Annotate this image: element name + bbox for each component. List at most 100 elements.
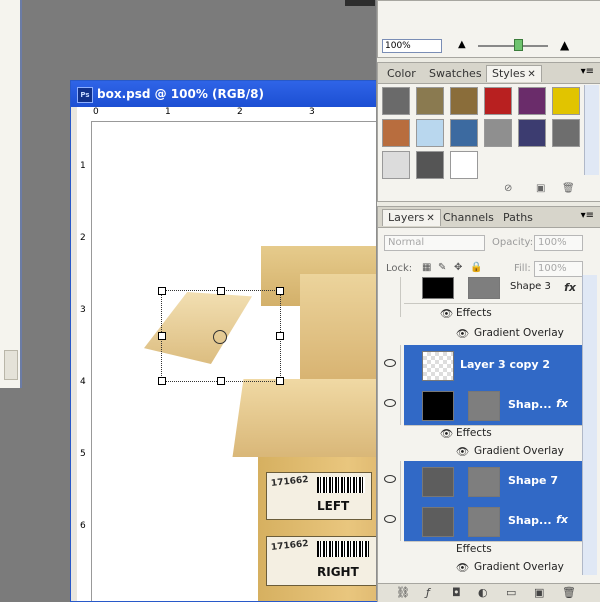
layer-row-selected[interactable]: Shape 7: [404, 461, 582, 502]
transform-handle[interactable]: [276, 377, 284, 385]
left-scrollbar[interactable]: [4, 350, 18, 380]
tab-paths[interactable]: Paths: [498, 210, 538, 226]
layer-row-selected[interactable]: Shap... fx: [404, 385, 582, 426]
style-swatch[interactable]: [416, 151, 444, 179]
new-group-icon[interactable]: ▭: [506, 586, 516, 599]
layer-row-selected[interactable]: Layer 3 copy 2: [404, 345, 582, 386]
style-swatch[interactable]: [450, 151, 478, 179]
trash-icon[interactable]: 🗑: [562, 183, 575, 194]
gradient-overlay-row[interactable]: 👁 Gradient Overlay: [404, 325, 582, 341]
tab-color[interactable]: Color: [382, 66, 421, 82]
style-swatch[interactable]: [382, 119, 410, 147]
box-front-flap: [232, 379, 381, 457]
style-swatch[interactable]: [484, 87, 512, 115]
style-swatch[interactable]: [416, 87, 444, 115]
clear-style-icon[interactable]: ⊘: [504, 183, 512, 194]
close-icon[interactable]: ✕: [426, 213, 434, 224]
layer-effects-icon[interactable]: fx: [556, 397, 568, 410]
document-canvas[interactable]: 171662 LEFT 171662 RIGHT: [92, 122, 381, 601]
effects-row[interactable]: Effects: [404, 541, 582, 557]
tab-layers[interactable]: Layers ✕: [382, 209, 441, 226]
eye-icon[interactable]: 👁: [456, 445, 469, 458]
layer-row-selected[interactable]: Shap... fx: [404, 501, 582, 542]
visibility-toggle[interactable]: o: [380, 385, 401, 425]
visibility-toggle[interactable]: o: [380, 501, 401, 541]
layer-mask-thumbnail: [468, 467, 500, 497]
style-swatch[interactable]: [382, 151, 410, 179]
eye-icon[interactable]: 👁: [440, 427, 453, 440]
eye-icon[interactable]: o: [384, 475, 396, 483]
styles-scrollbar[interactable]: [584, 85, 599, 175]
style-swatch[interactable]: [552, 119, 580, 147]
style-swatch[interactable]: [484, 119, 512, 147]
style-swatch[interactable]: [518, 119, 546, 147]
style-swatch[interactable]: [416, 119, 444, 147]
visibility-toggle[interactable]: o: [380, 461, 401, 501]
eye-icon[interactable]: o: [384, 515, 396, 523]
layer-thumbnail: [422, 507, 454, 537]
visibility-toggle[interactable]: o: [380, 345, 401, 385]
panel-menu-icon[interactable]: ▾≡: [581, 66, 594, 77]
gradient-overlay-label: Gradient Overlay: [474, 445, 564, 457]
eye-icon[interactable]: 👁: [456, 327, 469, 340]
adjustment-layer-icon[interactable]: ◐: [478, 586, 488, 599]
lock-all-icon[interactable]: 🔒: [470, 262, 482, 273]
panel-menu-icon[interactable]: ▾≡: [581, 210, 594, 221]
lock-position-icon[interactable]: ✥: [454, 262, 462, 273]
effects-row[interactable]: 👁 Effects: [404, 425, 582, 441]
eye-icon[interactable]: o: [384, 359, 396, 367]
gradient-overlay-row[interactable]: 👁 Gradient Overlay: [404, 559, 582, 575]
eye-icon[interactable]: 👁: [440, 307, 453, 320]
document-title-bar[interactable]: Ps box.psd @ 100% (RGB/8): [71, 81, 381, 107]
style-swatch[interactable]: [382, 87, 410, 115]
transform-handle[interactable]: [276, 332, 284, 340]
zoom-input[interactable]: 100%: [382, 39, 442, 53]
transform-handle[interactable]: [276, 287, 284, 295]
fill-input[interactable]: 100%: [534, 261, 583, 277]
ruler-horizontal[interactable]: 0 1 2 3: [77, 107, 381, 122]
eye-icon[interactable]: 👁: [456, 561, 469, 574]
eye-icon[interactable]: o: [384, 399, 396, 407]
transform-handle[interactable]: [217, 287, 225, 295]
style-swatch[interactable]: [450, 87, 478, 115]
tab-styles[interactable]: Styles ✕: [486, 65, 542, 82]
layer-thumbnail: [422, 277, 454, 299]
transform-handle[interactable]: [217, 377, 225, 385]
style-swatch[interactable]: [450, 119, 478, 147]
ruler-vertical[interactable]: 1 2 3 4 5 6: [77, 121, 92, 601]
gradient-overlay-row[interactable]: 👁 Gradient Overlay: [404, 443, 582, 459]
add-style-icon[interactable]: ƒ: [426, 586, 430, 599]
tab-channels[interactable]: Channels: [438, 210, 499, 226]
zoom-slider[interactable]: [478, 45, 548, 47]
opacity-input[interactable]: 100%: [534, 235, 583, 251]
tab-swatches[interactable]: Swatches: [424, 66, 487, 82]
new-style-icon[interactable]: ▣: [536, 183, 545, 194]
visibility-toggle[interactable]: [380, 277, 401, 317]
add-mask-icon[interactable]: ◘: [452, 586, 461, 599]
link-layers-icon[interactable]: ⛓: [396, 586, 410, 599]
close-icon[interactable]: ✕: [527, 69, 535, 80]
lock-transparent-icon[interactable]: ▦: [422, 262, 431, 273]
layer-row[interactable]: Shape 3 fx: [404, 277, 582, 304]
trash-icon[interactable]: 🗑: [562, 586, 576, 599]
reference-point-icon[interactable]: [213, 330, 227, 344]
barcode: [317, 477, 365, 493]
lock-image-icon[interactable]: ✎: [438, 262, 446, 273]
blend-mode-select[interactable]: Normal: [384, 235, 485, 251]
transform-handle[interactable]: [158, 332, 166, 340]
layer-effects-icon[interactable]: fx: [564, 281, 576, 294]
style-swatch[interactable]: [552, 87, 580, 115]
transform-handle[interactable]: [158, 377, 166, 385]
transform-handle[interactable]: [158, 287, 166, 295]
zoom-in-icon[interactable]: ▲: [560, 38, 569, 52]
opacity-label: Opacity:: [492, 237, 534, 248]
label-word: LEFT: [317, 499, 350, 513]
effects-row[interactable]: 👁 Effects: [404, 305, 582, 321]
new-layer-icon[interactable]: ▣: [534, 586, 544, 599]
layer-effects-icon[interactable]: fx: [556, 513, 568, 526]
style-swatch[interactable]: [518, 87, 546, 115]
tab-styles-label: Styles: [492, 67, 526, 80]
zoom-slider-knob[interactable]: [514, 39, 523, 51]
layers-scrollbar[interactable]: [582, 275, 597, 575]
zoom-out-icon[interactable]: ▲: [458, 39, 466, 50]
